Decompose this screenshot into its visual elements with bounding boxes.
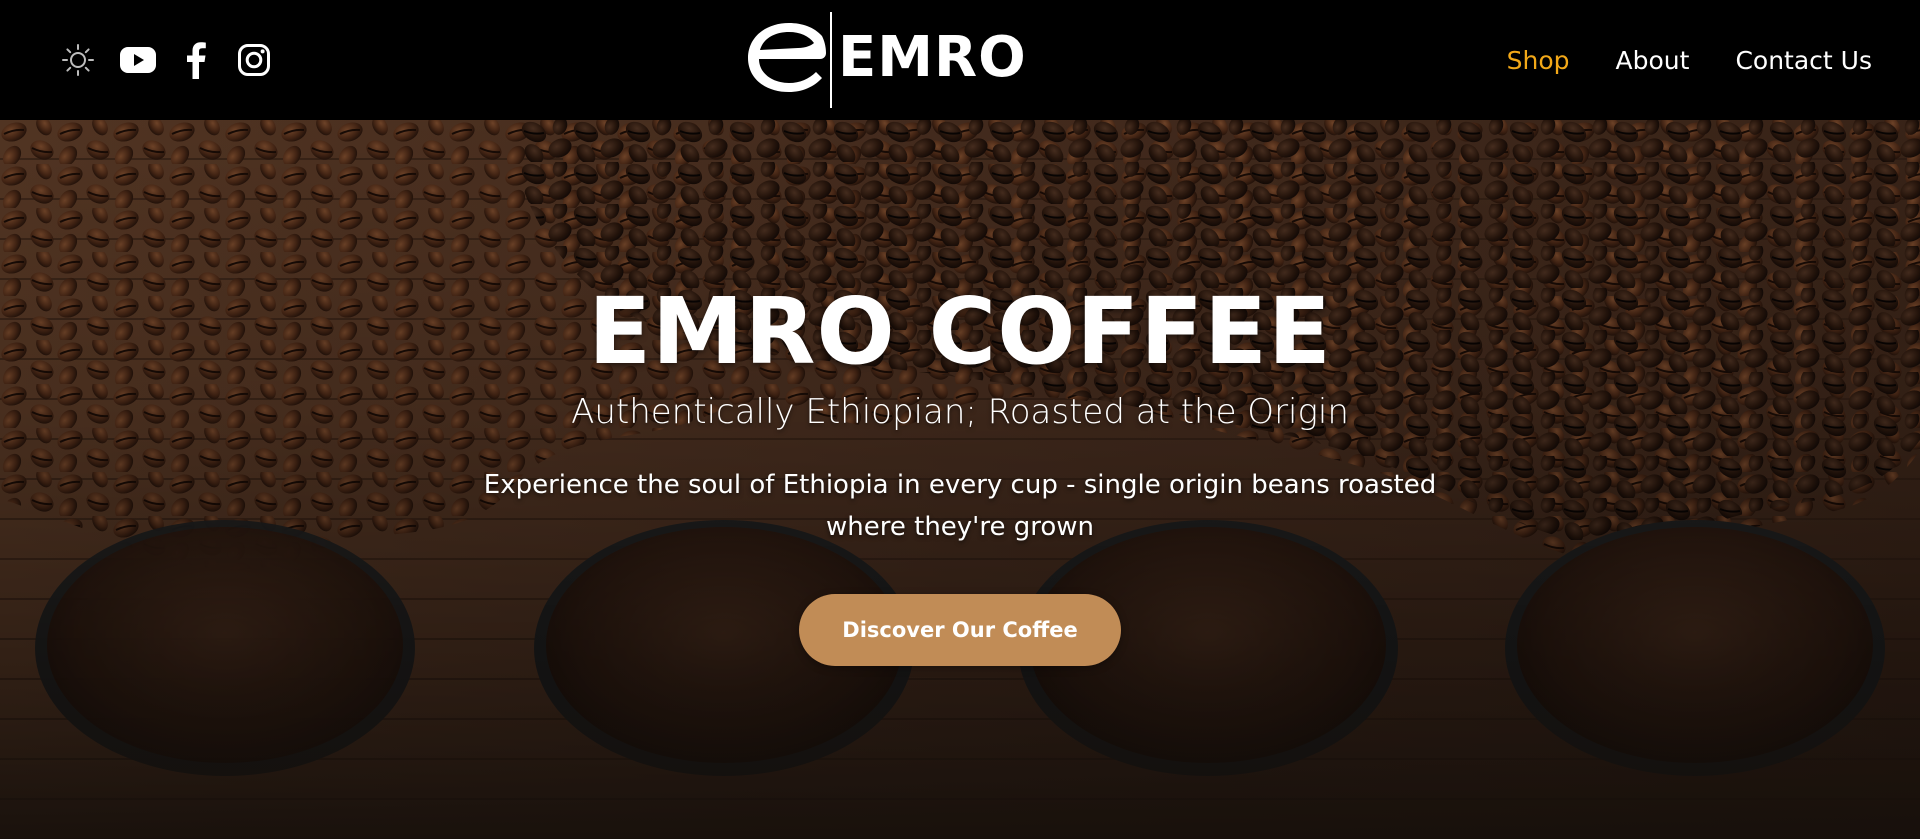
site-header: EMRO Shop About Contact Us: [0, 0, 1920, 120]
site-logo[interactable]: EMRO: [744, 10, 1050, 108]
logo-text: EMRO: [838, 25, 1027, 90]
facebook-icon[interactable]: [176, 40, 216, 80]
hero-description: Experience the soul of Ethiopia in every…: [483, 470, 1437, 542]
social-links: [58, 40, 294, 80]
instagram-icon[interactable]: [234, 40, 274, 80]
discover-coffee-button[interactable]: Discover Our Coffee: [799, 594, 1121, 666]
logo-divider: [830, 12, 832, 108]
nav-shop[interactable]: Shop: [1507, 46, 1570, 75]
hero-subtitle: Authentically Ethiopian; Roasted at the …: [571, 392, 1349, 432]
hero-section: EMRO COFFEE Authentically Ethiopian; Roa…: [0, 120, 1920, 839]
logo-mark-icon: [748, 23, 826, 92]
nav-about[interactable]: About: [1616, 46, 1690, 75]
main-nav: Shop About Contact Us: [1461, 40, 1872, 80]
youtube-icon[interactable]: [118, 40, 158, 80]
nav-contact-us[interactable]: Contact Us: [1735, 46, 1872, 75]
hero-title: EMRO COFFEE: [588, 278, 1332, 385]
sun-icon[interactable]: [58, 40, 98, 80]
